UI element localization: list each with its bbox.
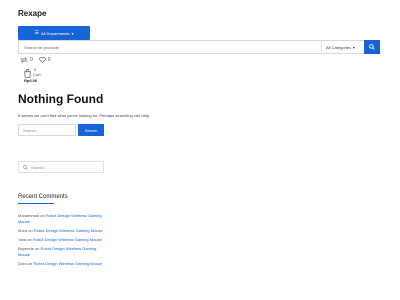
- chevron-down-icon: ▾: [352, 44, 355, 50]
- comment-author: Yara: [18, 237, 27, 242]
- cart-link[interactable]: 0 Cart Rp0.00: [24, 65, 41, 83]
- comment-author: Mora: [18, 228, 28, 233]
- heading-underline: [18, 203, 54, 204]
- wishlist-count: 0: [47, 57, 51, 63]
- not-found-description: It seems we can't find what you're looki…: [18, 113, 151, 118]
- list-item: Mora on Robot Design Wireless Gaming Mou…: [18, 228, 108, 234]
- search-input[interactable]: Search ...: [18, 124, 76, 136]
- comment-author: Dora: [18, 261, 27, 266]
- comment-on: on: [34, 246, 40, 251]
- list-item: Bayende on Robot Design Wireless Gaming …: [18, 246, 108, 258]
- menu-icon: ☰: [34, 30, 39, 36]
- comment-on: on: [40, 213, 45, 218]
- comment-on: on: [27, 261, 33, 266]
- chevron-down-icon: ▾: [71, 30, 74, 36]
- recent-comments-heading: Recent Comments: [18, 194, 68, 200]
- comment-post-link[interactable]: Robot Design Wireless Gaming Mouse: [33, 237, 102, 242]
- header-icon-row: 0 0: [20, 57, 51, 63]
- product-search-bar: Search for products All Categories ▾: [18, 40, 380, 54]
- category-select[interactable]: All Categories ▾: [321, 41, 365, 53]
- cart-label: Cart: [33, 72, 41, 77]
- recent-comments-list: Mohammad on Robot Design Wireless Gaming…: [18, 213, 108, 270]
- product-search-button[interactable]: [364, 40, 380, 54]
- all-departments-button[interactable]: ☰ All Departments ▾: [18, 26, 90, 40]
- cart-icon: [24, 69, 31, 78]
- search-icon: [369, 44, 375, 50]
- site-title[interactable]: Rexape: [18, 9, 46, 18]
- comment-author: Mohammad: [18, 213, 40, 218]
- comment-post-link[interactable]: Robot Design Wireless Gaming Mouse: [34, 228, 103, 233]
- sidebar-search-placeholder: Search...: [31, 164, 48, 170]
- compare-link[interactable]: 0: [20, 57, 33, 63]
- comment-on: on: [28, 228, 33, 233]
- all-departments-label: All Departments: [41, 30, 70, 36]
- wishlist-link[interactable]: 0: [39, 57, 51, 63]
- page-title: Nothing Found: [18, 92, 104, 106]
- heart-icon: [39, 57, 46, 63]
- product-search-input[interactable]: Search for products: [24, 45, 59, 50]
- compare-count: 0: [30, 57, 33, 63]
- list-item: Yara on Robot Design Wireless Gaming Mou…: [18, 237, 108, 243]
- comment-on: on: [27, 237, 32, 242]
- category-select-label: All Categories: [326, 44, 351, 50]
- compare-icon: [20, 57, 28, 63]
- list-item: Mohammad on Robot Design Wireless Gaming…: [18, 213, 108, 225]
- comment-author: Bayende: [18, 246, 34, 251]
- search-button[interactable]: Search: [78, 124, 104, 136]
- list-item: Dora on Robot Design Wireless Gaming Mou…: [18, 261, 108, 267]
- cart-total: Rp0.00: [24, 78, 38, 83]
- comment-post-link[interactable]: Robot Design Wireless Gaming Mouse: [33, 261, 102, 266]
- sidebar-search-input[interactable]: Search...: [18, 161, 104, 173]
- search-icon: [23, 164, 28, 170]
